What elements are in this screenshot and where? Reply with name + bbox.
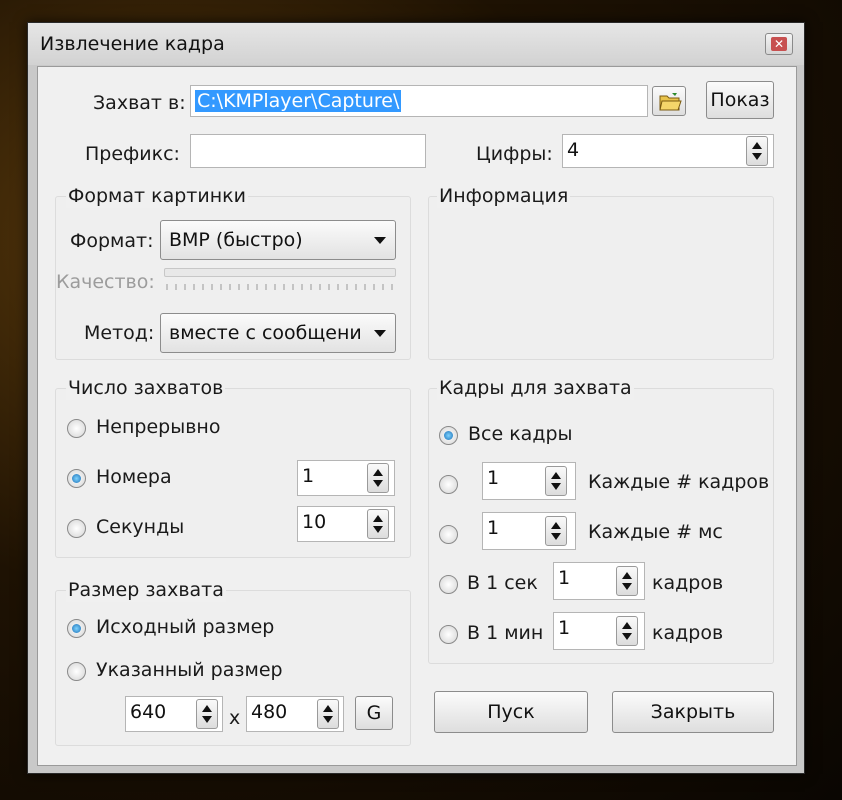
format-dropdown[interactable]: BMP (быстро) xyxy=(160,220,396,260)
height-spinner[interactable] xyxy=(317,699,339,729)
numbers-spinner[interactable] xyxy=(367,463,389,493)
start-button[interactable]: Пуск xyxy=(434,691,588,733)
original-size-label: Исходный размер xyxy=(96,616,275,638)
capture-count-group-title: Число захватов xyxy=(66,376,226,400)
image-format-group-title: Формат картинки xyxy=(66,184,248,208)
per-second-unit: кадров xyxy=(652,572,724,594)
times-sign: x xyxy=(229,707,241,729)
every-n-frames-spinner[interactable] xyxy=(545,466,567,496)
format-label: Формат: xyxy=(70,230,154,252)
width-spinner[interactable] xyxy=(196,699,218,729)
seconds-radio[interactable] xyxy=(67,519,86,538)
browse-folder-button[interactable] xyxy=(652,86,686,116)
method-dropdown[interactable]: вместе с сообщени xyxy=(160,313,396,353)
method-value: вместе с сообщени xyxy=(169,322,362,344)
digits-label: Цифры: xyxy=(476,143,553,165)
continuous-radio[interactable] xyxy=(67,419,86,438)
show-button[interactable]: Показ xyxy=(706,81,774,119)
information-group-title: Информация xyxy=(437,184,571,208)
prefix-input[interactable] xyxy=(190,134,426,168)
all-frames-radio[interactable] xyxy=(439,426,458,445)
every-n-ms-spinner[interactable] xyxy=(545,516,567,546)
per-second-spinner[interactable] xyxy=(616,566,638,596)
per-second-label: В 1 сек xyxy=(467,572,538,594)
digits-spinner[interactable] xyxy=(746,136,768,166)
close-icon: ✕ xyxy=(771,37,787,51)
per-minute-radio[interactable] xyxy=(439,625,458,644)
per-minute-label: В 1 мин xyxy=(467,622,544,644)
capture-path-input[interactable]: C:\KMPlayer\Capture\ xyxy=(190,85,648,117)
capture-to-label: Захват в: xyxy=(93,92,186,114)
capture-size-group-title: Размер захвата xyxy=(66,578,226,602)
continuous-label: Непрерывно xyxy=(96,416,221,438)
chevron-down-icon xyxy=(374,237,386,244)
close-button[interactable]: Закрыть xyxy=(612,691,774,733)
folder-open-icon xyxy=(659,93,682,111)
every-n-frames-label: Каждые # кадров xyxy=(588,471,770,493)
numbers-radio[interactable] xyxy=(67,469,86,488)
prefix-label: Префикс: xyxy=(85,143,180,165)
format-value: BMP (быстро) xyxy=(169,229,303,251)
window-title: Извлечение кадра xyxy=(40,33,225,55)
seconds-spinner[interactable] xyxy=(367,509,389,539)
information-group xyxy=(428,196,774,360)
seconds-label: Секунды xyxy=(96,516,185,538)
method-label: Метод: xyxy=(84,322,155,344)
specified-size-radio[interactable] xyxy=(67,662,86,681)
frames-to-capture-group-title: Кадры для захвата xyxy=(437,376,634,400)
every-n-frames-radio[interactable] xyxy=(439,475,458,494)
all-frames-label: Все кадры xyxy=(468,423,573,445)
quality-label: Качество: xyxy=(56,271,155,293)
quality-slider-ticks xyxy=(166,284,394,290)
digits-input[interactable]: 4 xyxy=(562,134,774,168)
every-n-ms-label: Каждые # мс xyxy=(588,521,723,543)
close-window-button[interactable]: ✕ xyxy=(765,33,793,55)
specified-size-label: Указанный размер xyxy=(96,659,283,681)
numbers-label: Номера xyxy=(96,466,172,488)
capture-path-value: C:\KMPlayer\Capture\ xyxy=(195,90,402,112)
per-minute-spinner[interactable] xyxy=(616,616,638,646)
original-size-radio[interactable] xyxy=(67,619,86,638)
every-n-ms-radio[interactable] xyxy=(439,525,458,544)
per-minute-unit: кадров xyxy=(652,622,724,644)
per-second-radio[interactable] xyxy=(439,575,458,594)
g-button[interactable]: G xyxy=(355,696,393,730)
quality-slider[interactable] xyxy=(164,268,396,277)
chevron-down-icon xyxy=(374,330,386,337)
